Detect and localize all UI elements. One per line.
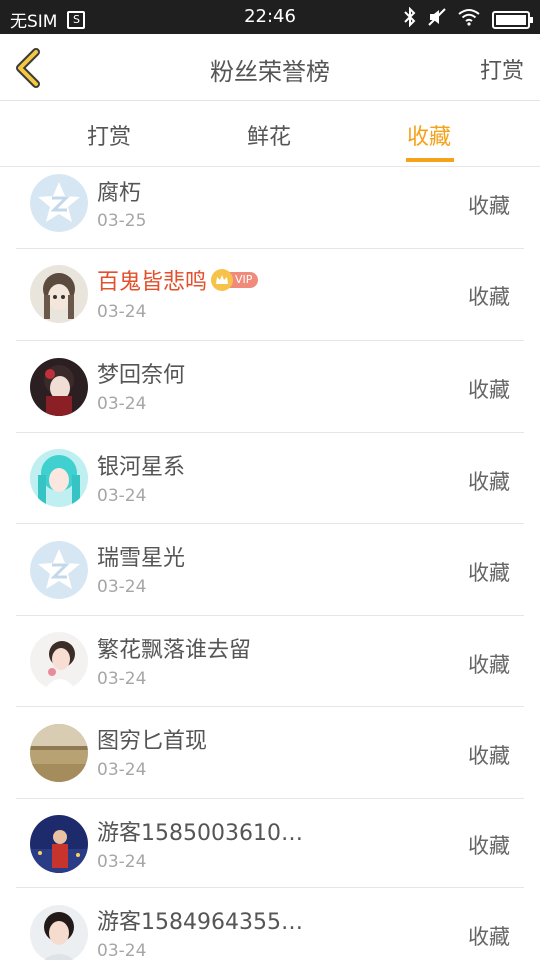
- fan-name: 瑞雪星光: [97, 545, 186, 571]
- list-item[interactable]: 腐朽 03-25 收藏: [16, 167, 524, 249]
- page-title: 粉丝荣誉榜: [210, 58, 330, 86]
- active-tab-indicator: [406, 158, 454, 162]
- bluetooth-icon: [404, 6, 416, 32]
- battery-icon: [492, 10, 533, 29]
- favorite-label: 收藏: [468, 285, 510, 309]
- portrait-photo-avatar: [30, 904, 88, 960]
- landscape-avatar: [30, 723, 88, 782]
- dark-anime-avatar: [30, 357, 88, 416]
- favorite-label: 收藏: [468, 194, 510, 218]
- favorite-label: 收藏: [468, 560, 510, 585]
- tab-tip[interactable]: 打赏: [87, 119, 131, 151]
- favorite-label: 收藏: [468, 377, 510, 402]
- fan-date: 03-24: [97, 393, 147, 414]
- girl-photo-avatar: [30, 631, 88, 690]
- fan-list: 腐朽 03-25 收藏 百鬼皆悲鸣 VIP 03-24 收藏 梦回奈何 03-2…: [0, 167, 540, 960]
- list-item[interactable]: 繁花飘落谁去留 03-24 收藏: [16, 616, 524, 707]
- fan-date: 03-24: [97, 851, 147, 872]
- tab-flowers[interactable]: 鲜花: [247, 119, 291, 151]
- vip-tag: VIP: [229, 272, 259, 288]
- fan-date: 03-24: [97, 576, 147, 597]
- mute-icon: [428, 8, 446, 31]
- favorite-label: 收藏: [468, 833, 510, 858]
- fan-name: 百鬼皆悲鸣: [97, 270, 208, 295]
- list-item[interactable]: 梦回奈何 03-24 收藏: [16, 341, 524, 433]
- fan-date: 03-24: [97, 759, 147, 780]
- list-item[interactable]: 游客1585003610… 03-24 收藏: [16, 799, 524, 888]
- tab-favorites[interactable]: 收藏: [407, 119, 451, 151]
- fan-name: 腐朽: [97, 181, 142, 206]
- list-item[interactable]: 银河星系 03-24 收藏: [16, 433, 524, 524]
- default-avatar-icon: [30, 174, 88, 232]
- list-item[interactable]: 游客1584964355… 03-24 收藏: [16, 888, 524, 960]
- fan-date: 03-25: [97, 211, 147, 231]
- fan-name: 繁花飘落谁去留: [97, 637, 252, 663]
- tip-button[interactable]: 打赏: [480, 53, 524, 85]
- favorite-label: 收藏: [468, 652, 510, 677]
- fan-date: 03-24: [97, 485, 147, 506]
- crown-icon: [211, 269, 234, 291]
- status-bar: 无SIM S 22:46: [0, 0, 540, 34]
- favorite-label: 收藏: [468, 743, 510, 768]
- fan-name: 银河星系: [97, 454, 186, 480]
- wifi-icon: [458, 8, 480, 31]
- fan-name: 游客1585003610…: [97, 820, 303, 846]
- favorite-label: 收藏: [468, 469, 510, 494]
- teal-hair-avatar: [30, 448, 88, 507]
- list-item[interactable]: 百鬼皆悲鸣 VIP 03-24 收藏: [16, 249, 524, 341]
- list-item[interactable]: 瑞雪星光 03-24 收藏: [16, 524, 524, 616]
- fan-name-row: 百鬼皆悲鸣 VIP: [97, 264, 259, 296]
- fan-name: 图穷匕首现: [97, 728, 208, 754]
- fan-date: 03-24: [97, 668, 147, 689]
- tab-bar: 打赏 鲜花 收藏: [0, 101, 540, 167]
- fan-date: 03-24: [97, 940, 147, 960]
- vip-badge: VIP: [211, 269, 259, 291]
- favorite-label: 收藏: [468, 924, 510, 949]
- list-item[interactable]: 图穷匕首现 03-24 收藏: [16, 707, 524, 799]
- default-avatar-icon: [30, 540, 88, 599]
- anime-girl-avatar: [30, 265, 88, 323]
- night-photo-avatar: [30, 814, 88, 873]
- fan-name: 游客1584964355…: [97, 909, 303, 935]
- top-nav-bar: 粉丝荣誉榜 打赏: [0, 34, 540, 101]
- fan-date: 03-24: [97, 302, 147, 322]
- fan-name: 梦回奈何: [97, 362, 186, 388]
